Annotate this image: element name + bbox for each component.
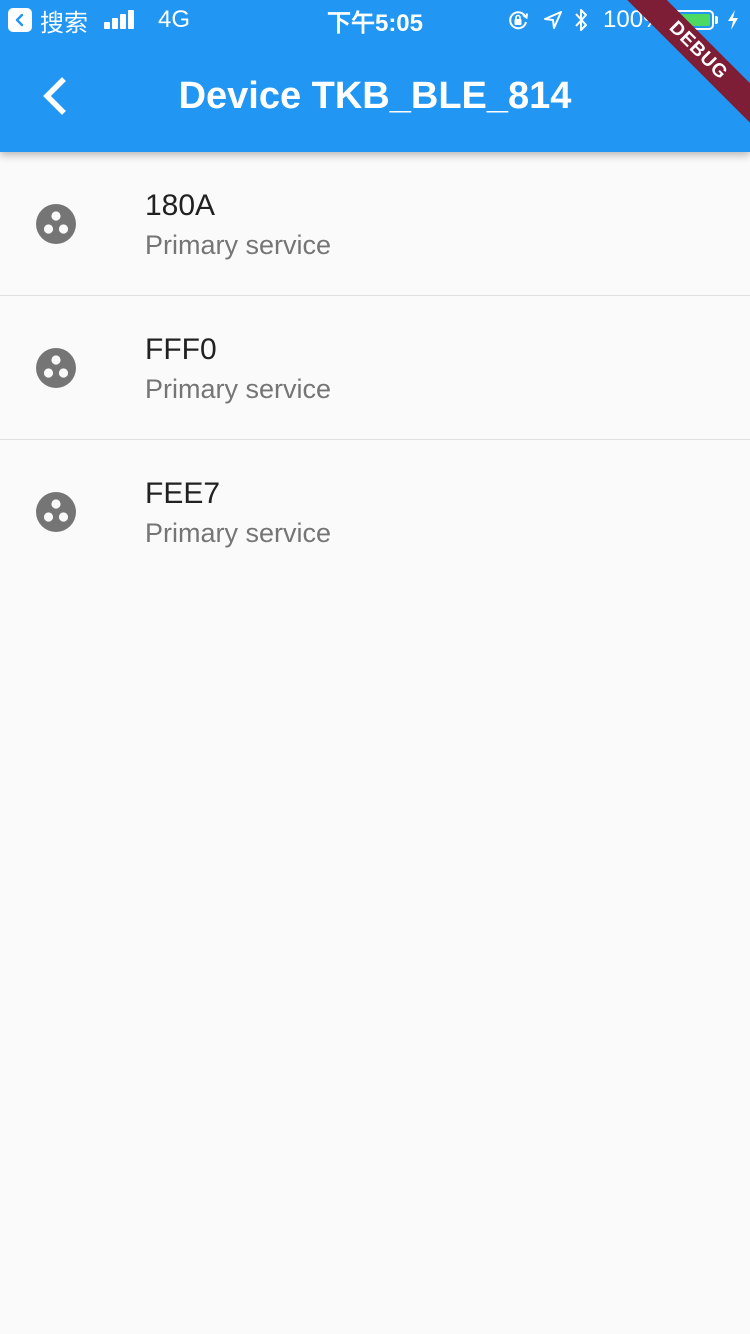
service-type: Primary service bbox=[145, 374, 332, 404]
service-type: Primary service bbox=[145, 230, 332, 260]
service-uuid: FEE7 bbox=[145, 477, 221, 510]
service-item[interactable]: FFF0 Primary service bbox=[0, 296, 750, 440]
chevron-left-icon bbox=[43, 77, 66, 115]
service-uuid: FFF0 bbox=[145, 333, 217, 366]
toolbar: Device TKB_BLE_814 bbox=[0, 40, 750, 152]
service-type: Primary service bbox=[145, 518, 332, 548]
bubble-chart-icon bbox=[36, 204, 76, 244]
app-bar: 搜索 4G 下午5:05 100% Device TKB_BLE_814 DEB… bbox=[0, 0, 750, 152]
service-item[interactable]: FEE7 Primary service bbox=[0, 440, 750, 583]
charging-icon bbox=[726, 0, 742, 40]
bluetooth-icon bbox=[572, 0, 592, 40]
bubble-chart-icon bbox=[36, 492, 76, 532]
service-list: 180A Primary service FFF0 Primary servic… bbox=[0, 152, 750, 583]
service-item[interactable]: 180A Primary service bbox=[0, 152, 750, 296]
location-icon bbox=[542, 0, 564, 40]
page-title: Device TKB_BLE_814 bbox=[178, 75, 572, 117]
back-button[interactable] bbox=[16, 56, 96, 136]
rotation-lock-icon bbox=[506, 0, 530, 40]
bubble-chart-icon bbox=[36, 348, 76, 388]
service-uuid: 180A bbox=[145, 189, 216, 222]
